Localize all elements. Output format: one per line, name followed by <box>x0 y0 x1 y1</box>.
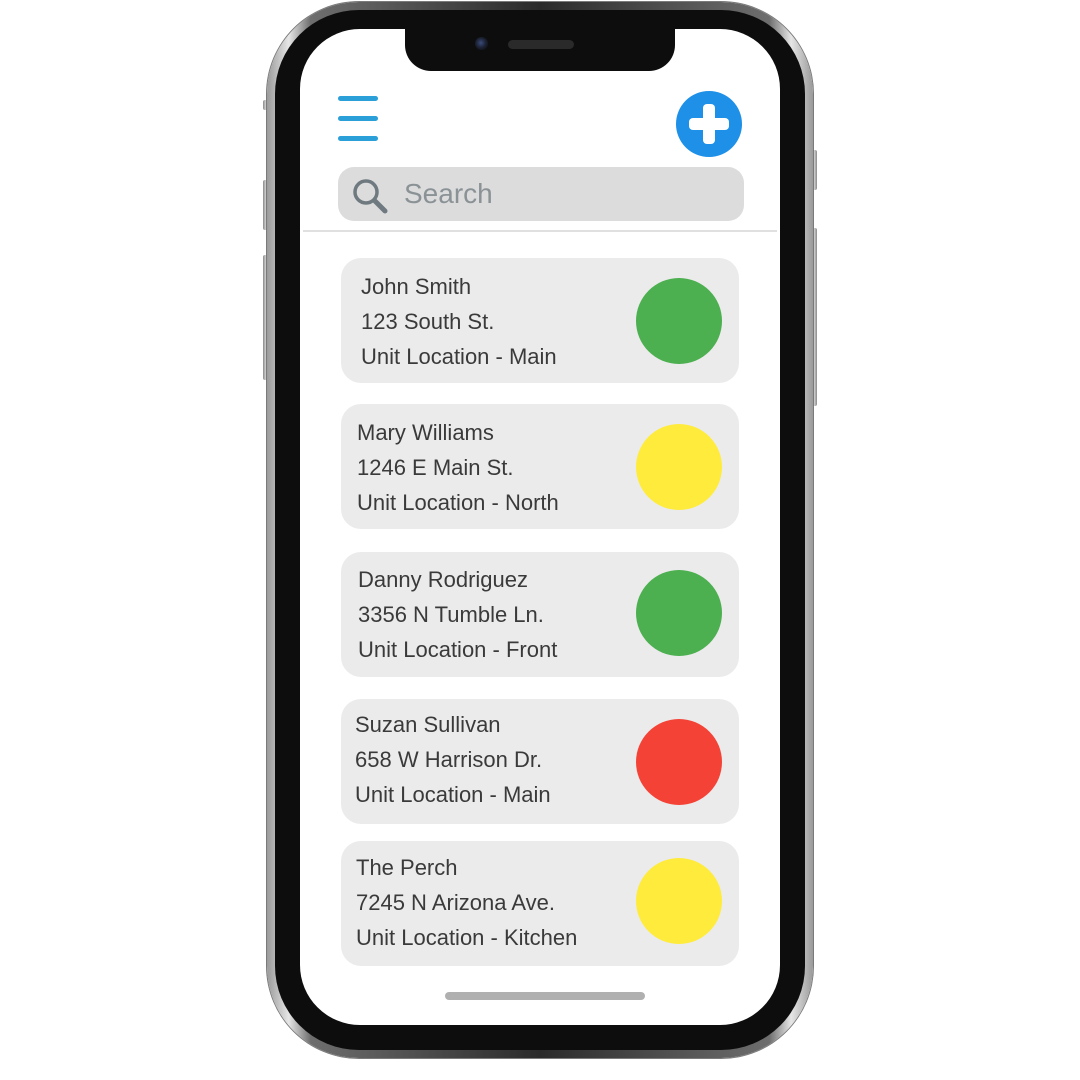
status-indicator <box>636 424 722 510</box>
unit-name: Suzan Sullivan <box>355 712 501 737</box>
unit-location: Unit Location - North <box>357 490 559 515</box>
unit-card[interactable]: Mary Williams 1246 E Main St. Unit Locat… <box>341 404 739 529</box>
home-indicator <box>445 992 645 1000</box>
status-indicator <box>636 278 722 364</box>
search-input[interactable] <box>404 175 724 213</box>
header-divider <box>303 230 777 232</box>
unit-location: Unit Location - Kitchen <box>356 925 578 950</box>
unit-name: Mary Williams <box>357 420 494 445</box>
unit-location: Unit Location - Front <box>358 637 558 662</box>
search-icon <box>353 179 388 214</box>
status-indicator <box>636 858 722 944</box>
menu-button[interactable] <box>336 96 380 144</box>
unit-card[interactable]: The Perch 7245 N Arizona Ave. Unit Locat… <box>341 841 739 966</box>
status-indicator <box>636 719 722 805</box>
unit-name: John Smith <box>361 274 472 299</box>
add-button[interactable] <box>676 91 742 157</box>
unit-address: 123 South St. <box>361 309 495 334</box>
unit-card[interactable]: Suzan Sullivan 658 W Harrison Dr. Unit L… <box>341 699 739 824</box>
speaker <box>508 40 574 49</box>
unit-address: 1246 E Main St. <box>357 455 514 480</box>
unit-card[interactable]: John Smith 123 South St. Unit Location -… <box>341 258 739 383</box>
notch <box>405 29 675 71</box>
unit-name: The Perch <box>356 855 458 880</box>
stage: John Smith 123 South St. Unit Location -… <box>0 0 1080 1080</box>
unit-address: 3356 N Tumble Ln. <box>358 602 544 627</box>
unit-name: Danny Rodriguez <box>358 567 528 592</box>
unit-address: 658 W Harrison Dr. <box>355 747 543 772</box>
status-indicator <box>636 570 722 656</box>
unit-card[interactable]: Danny Rodriguez 3356 N Tumble Ln. Unit L… <box>341 552 739 677</box>
unit-location: Unit Location - Main <box>355 782 551 807</box>
search-bar[interactable] <box>338 167 744 221</box>
front-camera <box>475 37 488 50</box>
unit-location: Unit Location - Main <box>361 344 557 369</box>
unit-address: 7245 N Arizona Ave. <box>356 890 555 915</box>
